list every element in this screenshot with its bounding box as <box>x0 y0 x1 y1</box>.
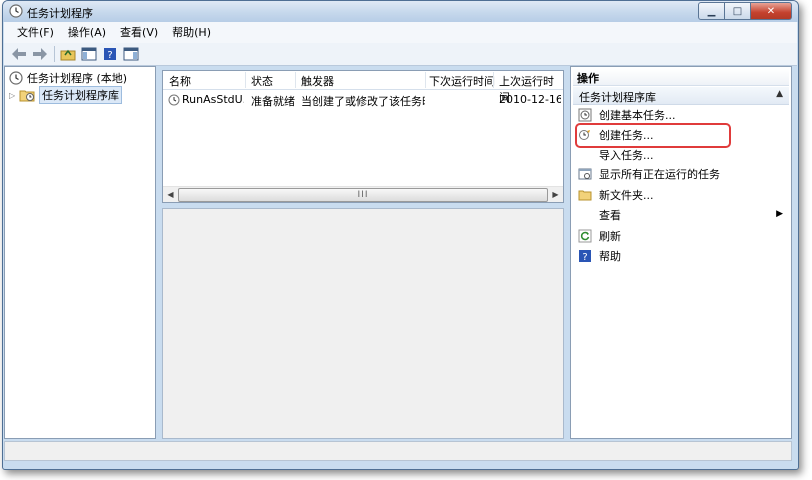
menu-file[interactable]: 文件(F) <box>10 22 61 43</box>
tree-expander-icon[interactable]: ▷ <box>9 91 19 100</box>
up-folder-icon <box>60 49 76 61</box>
action-create-basic-task[interactable]: 创建基本任务... <box>577 106 787 124</box>
table-header: 名称 状态 触发器 下次运行时间 上次运行时间 <box>163 71 563 104</box>
clock-icon <box>9 71 23 85</box>
action-label: 创建基本任务... <box>599 109 676 122</box>
new-folder-icon <box>578 190 592 201</box>
scroll-thumb[interactable]: III <box>178 188 548 202</box>
collapse-icon[interactable]: ▲ <box>776 89 783 99</box>
action-label: 显示所有正在运行的任务 <box>599 168 720 181</box>
action-help[interactable]: ? 帮助 <box>577 247 787 265</box>
scroll-left-icon[interactable]: ◀ <box>163 187 178 202</box>
task-list-pane: 名称 状态 触发器 下次运行时间 上次运行时间 RunAsStdU... 准备就… <box>162 70 564 203</box>
window-controls: ▁ □ ✕ <box>698 2 792 20</box>
column-divider[interactable] <box>295 72 296 88</box>
submenu-arrow-icon: ▶ <box>776 209 783 219</box>
help-icon: ? <box>579 250 591 263</box>
action-label: 刷新 <box>599 230 621 243</box>
action-label: 新文件夹... <box>599 189 654 202</box>
maximize-icon: □ <box>732 5 743 17</box>
column-divider[interactable] <box>493 72 494 88</box>
actions-section-header[interactable]: 任务计划程序库 ▲ <box>573 87 789 105</box>
back-arrow-icon <box>12 48 26 60</box>
help-icon: ? <box>104 48 116 61</box>
close-button[interactable]: ✕ <box>751 2 792 20</box>
action-label: 查看 <box>599 209 621 222</box>
menu-action[interactable]: 操作(A) <box>61 22 113 43</box>
main-content: 任务计划程序 (本地) ▷ 任务计划程序库 名称 状态 触发器 下次运行时间 上… <box>4 66 792 439</box>
actions-header: 操作 <box>573 69 789 86</box>
column-header-status[interactable]: 状态 <box>251 73 273 89</box>
tree-item-local[interactable]: 任务计划程序 (本地) <box>9 70 127 86</box>
action-pane-icon <box>123 47 139 61</box>
svg-text:?: ? <box>107 50 112 61</box>
menu-bar: 文件(F) 操作(A) 查看(V) 帮助(H) <box>4 22 797 44</box>
table-row[interactable]: RunAsStdU... 准备就绪 当创建了或修改了该任务时 2010-12-1… <box>163 91 563 109</box>
running-tasks-icon <box>578 168 592 180</box>
column-divider[interactable] <box>245 72 246 88</box>
menu-help[interactable]: 帮助(H) <box>165 22 218 43</box>
task-clock-icon <box>168 94 180 106</box>
action-new-folder[interactable]: 新文件夹... <box>577 186 787 204</box>
action-refresh[interactable]: 刷新 <box>577 227 787 245</box>
task-status: 准备就绪 <box>251 95 295 108</box>
column-divider[interactable] <box>425 72 426 88</box>
column-header-name[interactable]: 名称 <box>169 73 191 89</box>
task-detail-pane <box>162 208 564 439</box>
actions-pane: 操作 任务计划程序库 ▲ 创建基本任务... 创建任务... 导入任务... 显… <box>570 66 792 439</box>
folder-clock-icon <box>19 90 35 102</box>
forward-arrow-icon <box>33 48 47 60</box>
actions-title: 操作 <box>577 72 599 85</box>
action-label: 帮助 <box>599 250 621 263</box>
back-button[interactable] <box>10 45 28 63</box>
help-button[interactable]: ? <box>101 45 119 63</box>
minimize-button[interactable]: ▁ <box>698 2 725 20</box>
column-header-trigger[interactable]: 触发器 <box>301 73 334 89</box>
tree-item-label: 任务计划程序库 <box>39 86 122 104</box>
scroll-right-icon[interactable]: ▶ <box>548 187 563 202</box>
close-icon: ✕ <box>766 5 776 17</box>
minimize-icon: ▁ <box>707 5 716 17</box>
action-import-task[interactable]: 导入任务... <box>577 146 787 164</box>
maximize-button[interactable]: □ <box>725 2 751 20</box>
basic-task-icon <box>578 108 592 122</box>
tree-item-label: 任务计划程序 (本地) <box>27 72 128 85</box>
title-bar[interactable]: 任务计划程序 ▁ □ ✕ <box>3 1 798 22</box>
highlight-create-task <box>575 123 731 148</box>
show-hide-console-tree-button[interactable] <box>80 45 98 63</box>
scroll-grip: III <box>357 190 369 200</box>
task-scheduler-app-icon <box>9 4 23 18</box>
column-header-next-run[interactable]: 下次运行时间 <box>429 73 495 89</box>
toolbar-separator <box>54 46 55 62</box>
tree-item-library[interactable]: ▷ 任务计划程序库 <box>9 86 122 104</box>
task-trigger: 当创建了或修改了该任务时 <box>301 95 425 108</box>
action-view[interactable]: 查看 ▶ <box>577 206 787 224</box>
status-bar <box>4 441 792 461</box>
show-hide-action-pane-button[interactable] <box>122 45 140 63</box>
menu-view[interactable]: 查看(V) <box>113 22 165 43</box>
task-last-run: 2010-12-16 1 <box>499 93 561 106</box>
toolbar: ? <box>4 43 797 66</box>
forward-button[interactable] <box>31 45 49 63</box>
horizontal-scrollbar[interactable]: ◀ III ▶ <box>163 186 563 202</box>
task-name: RunAsStdU... <box>182 93 244 106</box>
action-label: 导入任务... <box>599 149 654 162</box>
refresh-icon <box>578 229 592 243</box>
svg-text:?: ? <box>582 252 587 263</box>
window-title: 任务计划程序 <box>27 7 93 20</box>
actions-section-title: 任务计划程序库 <box>579 91 656 104</box>
up-folder-button[interactable] <box>59 45 77 63</box>
console-tree-icon <box>81 47 97 61</box>
console-tree-pane: 任务计划程序 (本地) ▷ 任务计划程序库 <box>4 66 156 439</box>
action-display-running-tasks[interactable]: 显示所有正在运行的任务 <box>577 165 787 183</box>
